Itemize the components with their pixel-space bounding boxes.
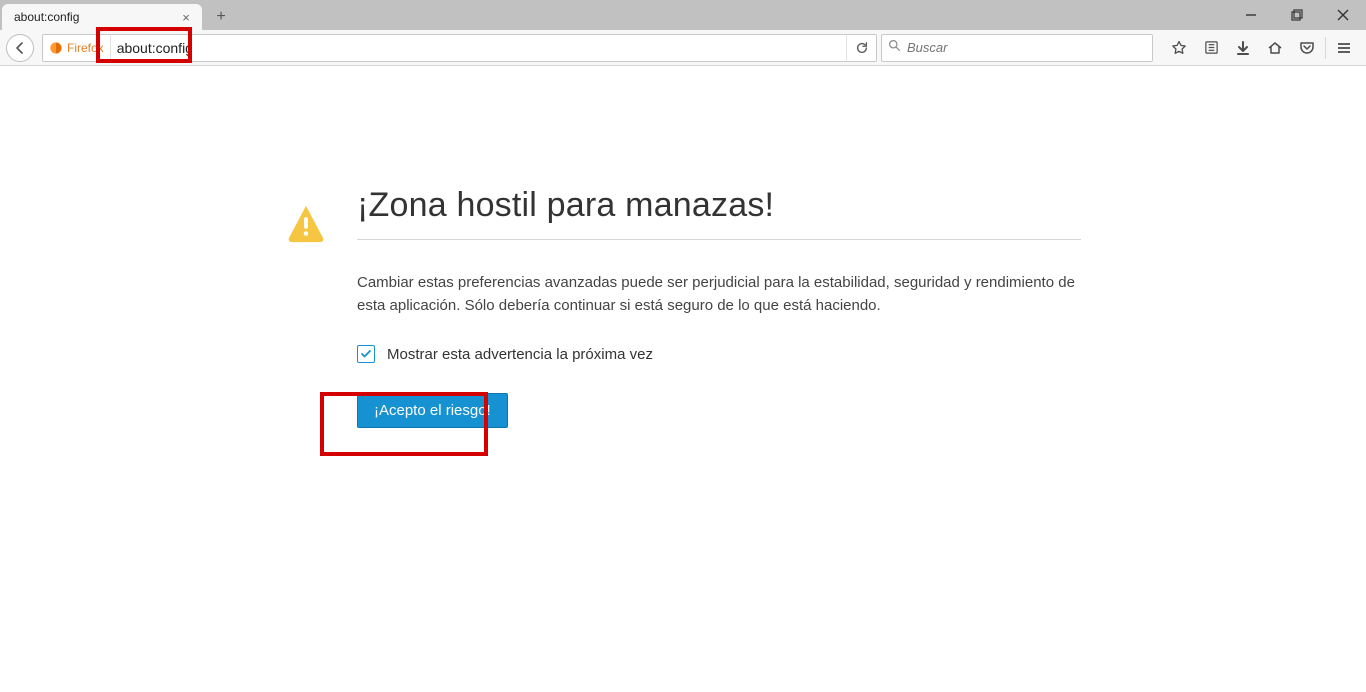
navigation-toolbar: Firefox <box>0 30 1366 66</box>
window-controls <box>1228 0 1366 30</box>
firefox-icon <box>49 41 63 55</box>
site-identity[interactable]: Firefox <box>43 35 111 61</box>
page-content: ¡Zona hostil para manazas! Cambiar estas… <box>0 66 1366 428</box>
downloads-icon[interactable] <box>1227 34 1259 62</box>
close-window-button[interactable] <box>1320 0 1366 30</box>
show-warning-label: Mostrar esta advertencia la próxima vez <box>387 346 653 363</box>
tab-strip: about:config × + <box>0 0 234 30</box>
accept-risk-button[interactable]: ¡Acepto el riesgo! <box>357 393 508 428</box>
titlebar: about:config × + <box>0 0 1366 30</box>
reload-button[interactable] <box>846 35 876 61</box>
warning-body: ¡Zona hostil para manazas! Cambiar estas… <box>357 186 1081 428</box>
bookmark-star-icon[interactable] <box>1163 34 1195 62</box>
menu-icon[interactable] <box>1328 34 1360 62</box>
close-tab-icon[interactable]: × <box>178 10 194 25</box>
search-input[interactable] <box>907 40 1146 55</box>
show-warning-checkbox[interactable] <box>357 345 375 363</box>
warning-panel: ¡Zona hostil para manazas! Cambiar estas… <box>285 186 1081 428</box>
maximize-button[interactable] <box>1274 0 1320 30</box>
identity-label: Firefox <box>67 41 104 55</box>
warning-title: ¡Zona hostil para manazas! <box>357 186 1081 240</box>
back-button[interactable] <box>6 34 34 62</box>
pocket-icon[interactable] <box>1291 34 1323 62</box>
address-bar[interactable]: Firefox <box>42 34 877 62</box>
toolbar-separator <box>1325 37 1326 59</box>
url-input[interactable] <box>111 40 846 56</box>
toolbar-icon-group <box>1163 34 1360 62</box>
warning-checkbox-row: Mostrar esta advertencia la próxima vez <box>357 345 1081 363</box>
search-icon <box>888 39 901 57</box>
warning-text: Cambiar estas preferencias avanzadas pue… <box>357 272 1081 317</box>
home-icon[interactable] <box>1259 34 1291 62</box>
warning-icon <box>285 186 327 249</box>
browser-tab[interactable]: about:config × <box>2 4 202 30</box>
minimize-button[interactable] <box>1228 0 1274 30</box>
reading-list-icon[interactable] <box>1195 34 1227 62</box>
tab-title: about:config <box>14 10 178 24</box>
new-tab-button[interactable]: + <box>208 6 234 28</box>
search-bar[interactable] <box>881 34 1153 62</box>
